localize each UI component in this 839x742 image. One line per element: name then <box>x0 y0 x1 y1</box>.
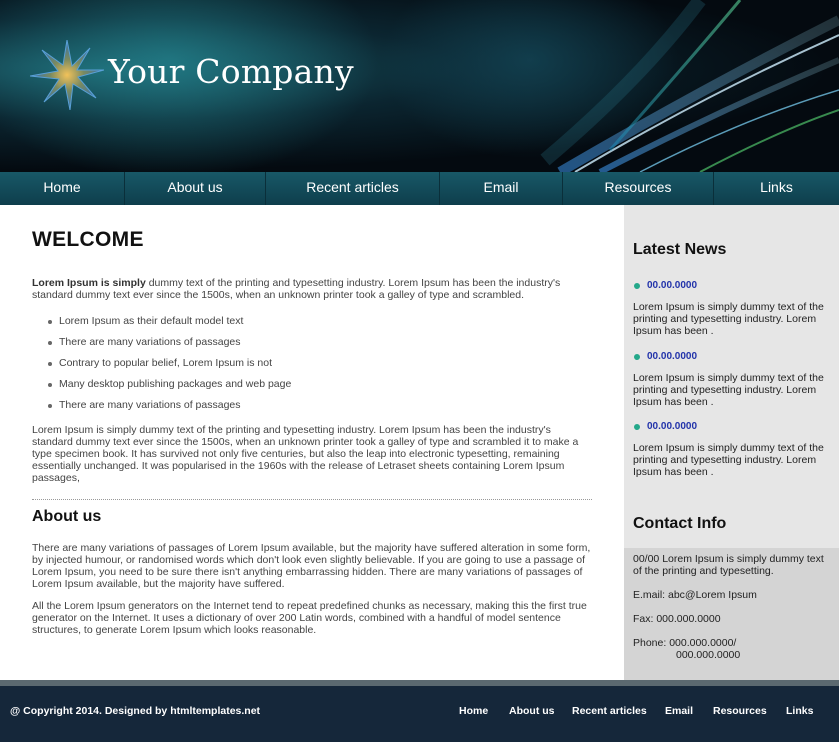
nav-item-about-us[interactable]: About us <box>125 172 266 205</box>
welcome-heading: WELCOME <box>32 228 144 251</box>
footer-link-about-us[interactable]: About us <box>509 705 555 717</box>
intro-paragraph: Lorem Ipsum is simply dummy text of the … <box>32 277 592 301</box>
footer-link-recent-articles[interactable]: Recent articles <box>572 705 647 717</box>
news-date[interactable]: 00.00.0000 <box>633 279 828 293</box>
feature-list: Lorem Ipsum as their default model text … <box>47 315 291 420</box>
contact-address: 00/00 Lorem Ipsum is simply dummy text o… <box>633 553 824 577</box>
sidebar: Latest News 00.00.0000 Lorem Ipsum is si… <box>624 205 839 680</box>
news-text: Lorem Ipsum is simply dummy text of the … <box>633 301 824 337</box>
starburst-logo-icon <box>29 39 105 115</box>
footer: @ Copyright 2014. Designed by htmltempla… <box>0 686 839 742</box>
footer-link-links[interactable]: Links <box>786 705 813 717</box>
news-text: Lorem Ipsum is simply dummy text of the … <box>633 372 824 408</box>
contact-phone-2: 000.000.0000 <box>676 649 741 661</box>
list-item: Many desktop publishing packages and web… <box>47 378 291 399</box>
nav-item-home[interactable]: Home <box>0 172 125 205</box>
news-item: 00.00.0000 Lorem Ipsum is simply dummy t… <box>633 420 828 478</box>
nav-item-links[interactable]: Links <box>714 172 839 205</box>
list-item: Contrary to popular belief, Lorem Ipsum … <box>47 357 291 378</box>
contact-phone: Phone: 000.000.0000/ <box>633 637 737 649</box>
section-divider <box>32 499 592 500</box>
footer-link-resources[interactable]: Resources <box>713 705 767 717</box>
list-item: Lorem Ipsum as their default model text <box>47 315 291 336</box>
nav-item-resources[interactable]: Resources <box>563 172 714 205</box>
footer-link-home[interactable]: Home <box>459 705 488 717</box>
main-nav: Home About us Recent articles Email Reso… <box>0 172 839 205</box>
body-paragraph: Lorem Ipsum is simply dummy text of the … <box>32 424 579 484</box>
news-item: 00.00.0000 Lorem Ipsum is simply dummy t… <box>633 279 828 337</box>
news-date[interactable]: 00.00.0000 <box>633 350 828 364</box>
copyright-text: @ Copyright 2014. Designed by htmltempla… <box>10 705 261 717</box>
contact-fax: Fax: 000.000.0000 <box>633 613 721 625</box>
about-paragraph: There are many variations of passages of… <box>32 542 591 590</box>
contact-info-box: 00/00 Lorem Ipsum is simply dummy text o… <box>624 548 839 680</box>
nav-item-recent-articles[interactable]: Recent articles <box>266 172 440 205</box>
news-item: 00.00.0000 Lorem Ipsum is simply dummy t… <box>633 350 828 408</box>
news-date[interactable]: 00.00.0000 <box>633 420 828 434</box>
contact-info-heading: Contact Info <box>633 515 727 532</box>
about-paragraph: All the Lorem Ipsum generators on the In… <box>32 600 587 636</box>
nav-item-email[interactable]: Email <box>440 172 563 205</box>
latest-news-heading: Latest News <box>633 241 727 258</box>
news-text: Lorem Ipsum is simply dummy text of the … <box>633 442 824 478</box>
list-item: There are many variations of passages <box>47 336 291 357</box>
list-item: There are many variations of passages <box>47 399 291 420</box>
brand-name[interactable]: Your Company <box>108 52 354 91</box>
main-content: WELCOME Lorem Ipsum is simply dummy text… <box>0 205 624 680</box>
about-heading: About us <box>32 508 102 525</box>
header-banner: Your Company <box>0 0 839 172</box>
contact-email: E.mail: abc@Lorem Ipsum <box>633 589 757 601</box>
footer-link-email[interactable]: Email <box>665 705 693 717</box>
intro-bold-text: Lorem Ipsum is simply <box>32 277 146 289</box>
